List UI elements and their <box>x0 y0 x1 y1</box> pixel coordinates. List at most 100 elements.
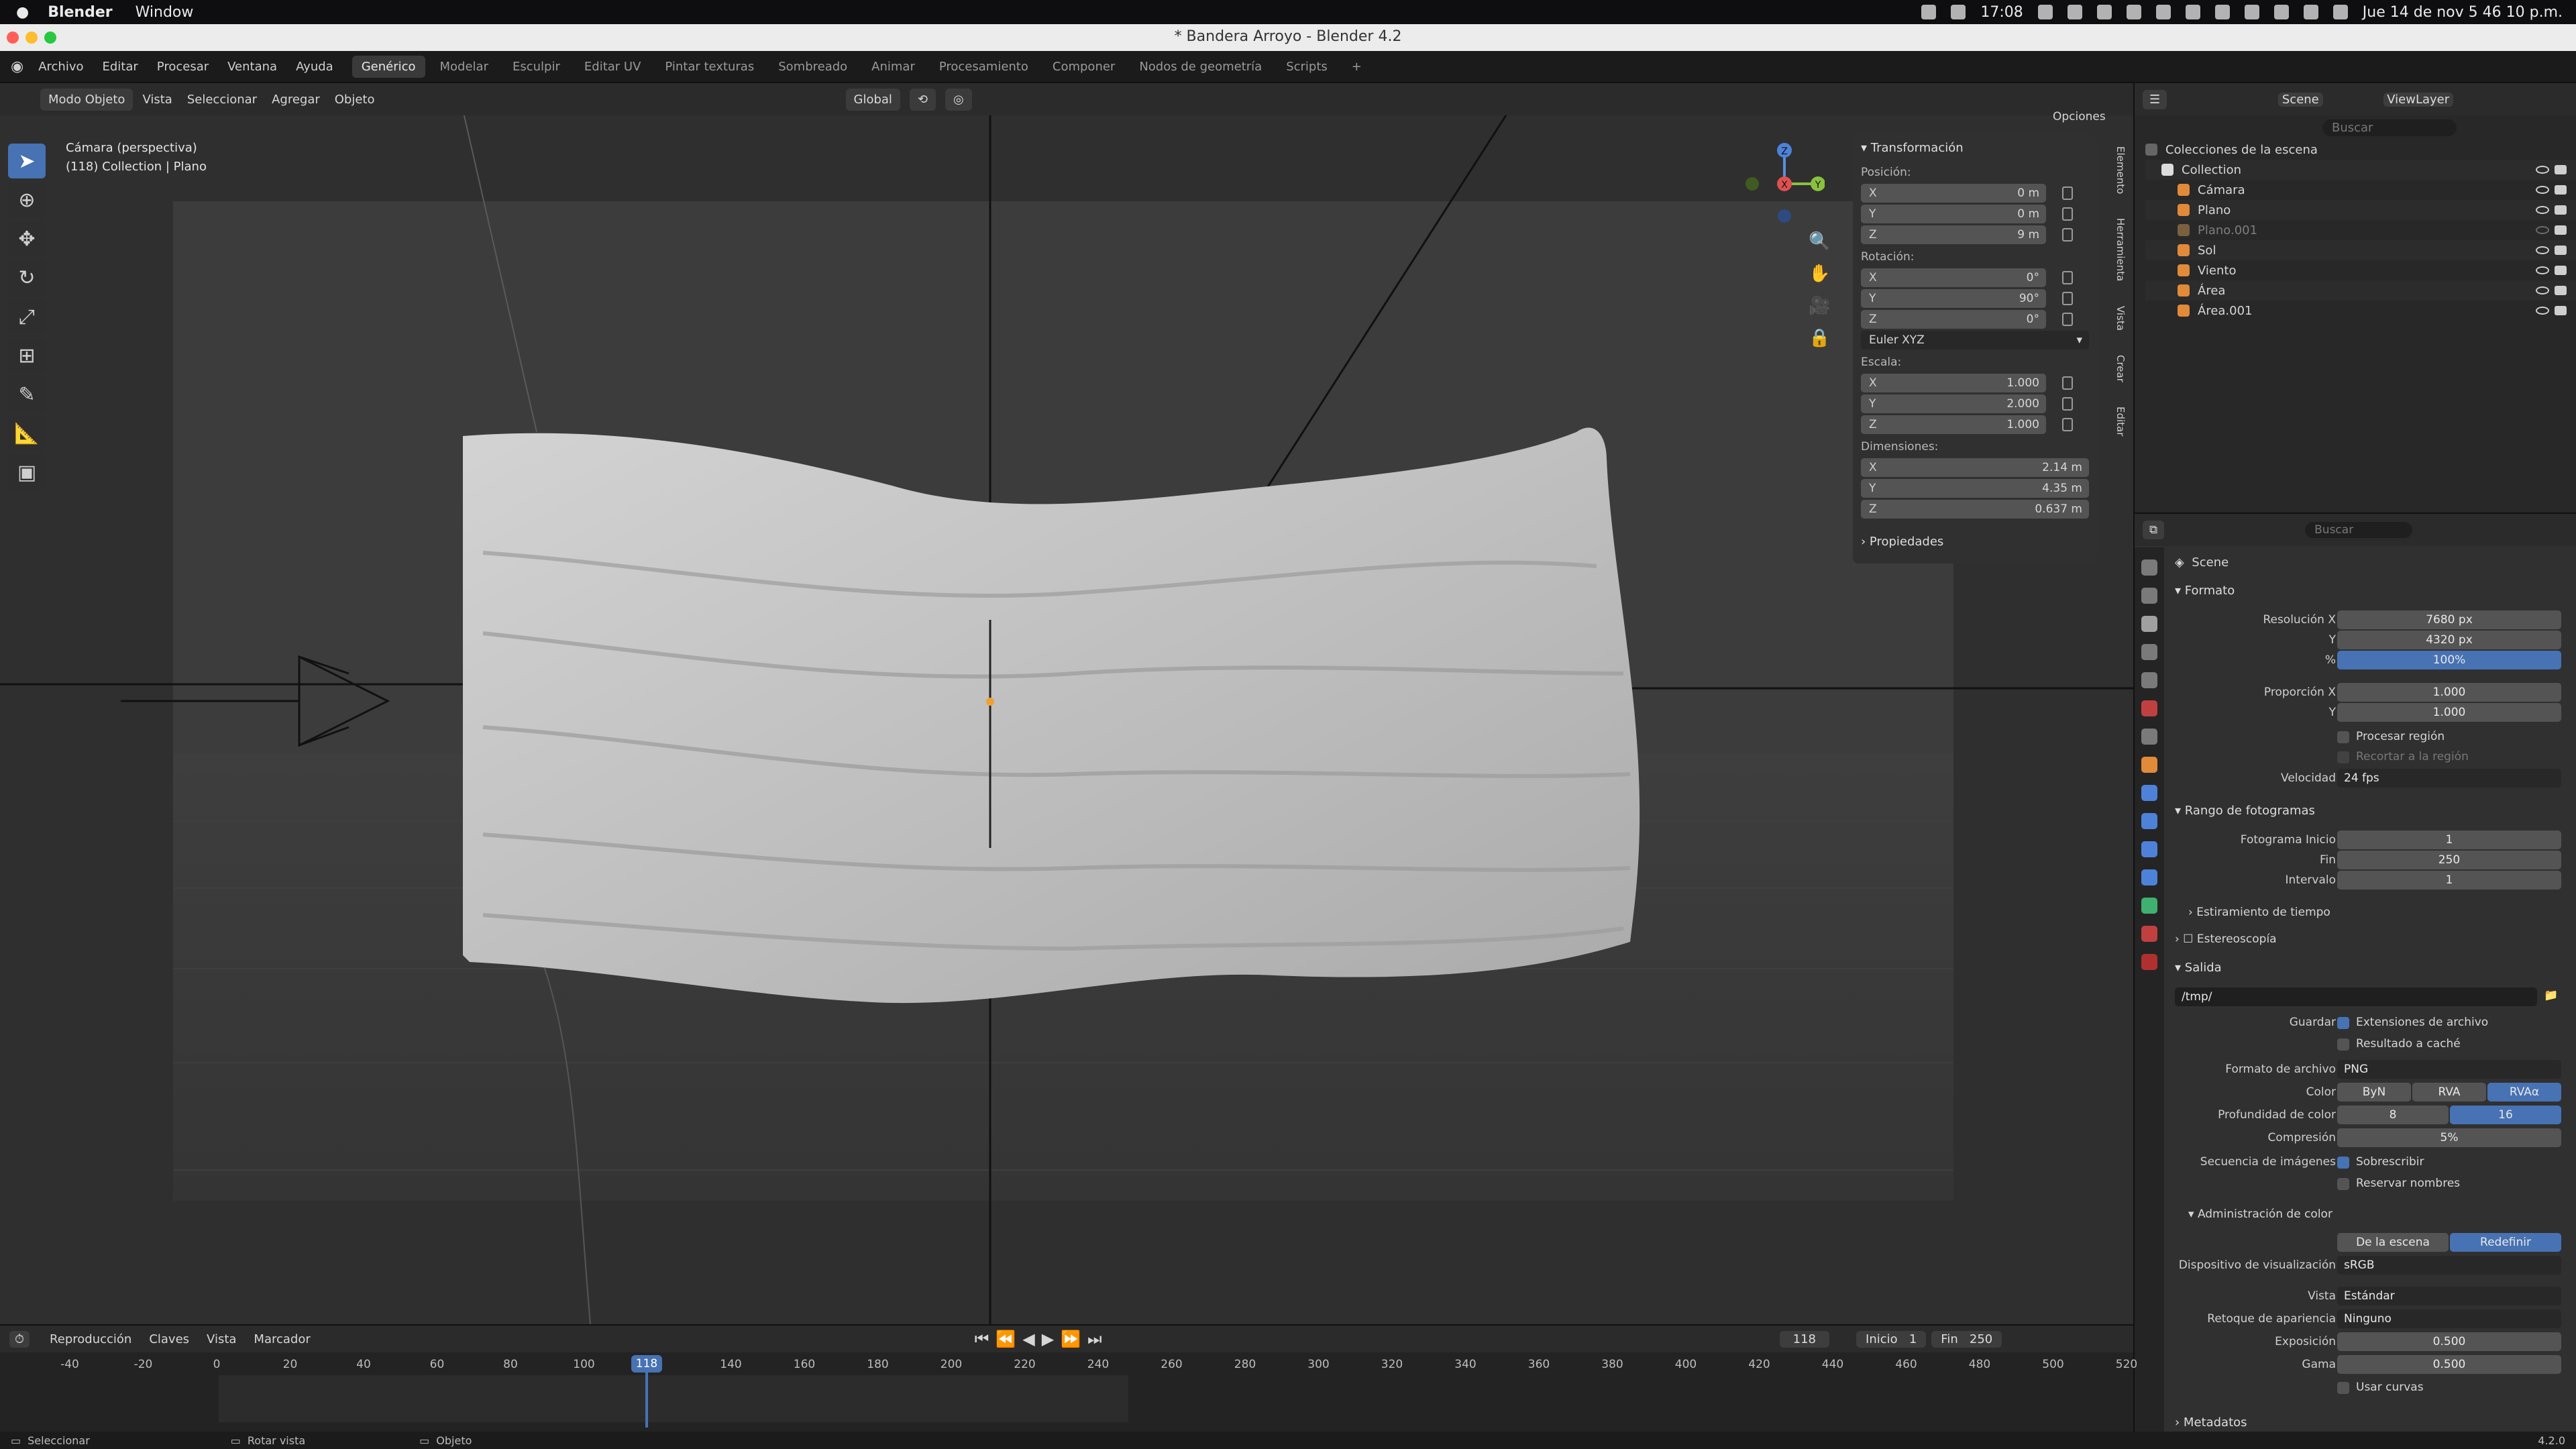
workspace-tab[interactable]: Editar UV <box>575 56 651 78</box>
properties-search[interactable]: Buscar <box>2305 522 2413 538</box>
outliner-scene-collection[interactable]: Colecciones de la escena <box>2145 140 2576 160</box>
look-dropdown[interactable]: Ninguno <box>2337 1309 2561 1328</box>
status-icon[interactable] <box>2037 5 2053 19</box>
outliner-item-area[interactable]: Área <box>2145 280 2576 301</box>
outliner-item-area001[interactable]: Área.001 <box>2145 301 2576 321</box>
compression-slider[interactable]: 5% <box>2337 1128 2561 1147</box>
cache-result-checkbox[interactable] <box>2337 1038 2349 1051</box>
particles-tab-icon[interactable] <box>2141 813 2157 829</box>
workspace-tab[interactable]: Pintar texturas <box>655 56 763 78</box>
blender-logo-icon[interactable]: ◉ <box>11 58 23 75</box>
tool-tab-icon[interactable] <box>2141 559 2157 576</box>
editor-type-icon[interactable]: ⧉ <box>2143 521 2165 539</box>
frame-start-field[interactable]: 1 <box>2337 830 2561 849</box>
user-icon[interactable] <box>2155 5 2171 19</box>
workspace-tab[interactable]: Modelar <box>431 56 498 78</box>
scale-y-field[interactable]: Y 2.000 <box>1861 394 2073 413</box>
date-time[interactable]: Jue 14 de nov 5 46 10 p.m. <box>2363 4 2563 21</box>
output-panel-header[interactable]: ▾ Salida <box>2175 961 2222 975</box>
override-button[interactable]: Redefinir <box>2450 1233 2561 1252</box>
custom-properties-header[interactable]: › Propiedades <box>1853 528 2097 555</box>
workspace-tab[interactable]: Componer <box>1043 56 1124 78</box>
location-x-field[interactable]: X0 m <box>1861 184 2073 203</box>
location-y-field[interactable]: Y0 m <box>1861 205 2073 223</box>
annotate-tool-icon[interactable]: ✎ <box>8 377 46 412</box>
stereoscopy-panel-header[interactable]: › ☐ Estereoscopía <box>2175 932 2277 946</box>
bluetooth-icon[interactable] <box>2096 5 2112 19</box>
select-tool-icon[interactable]: ➤ <box>8 144 46 178</box>
move-tool-icon[interactable]: ✥ <box>8 221 46 256</box>
view-transform-dropdown[interactable]: Estándar <box>2337 1287 2561 1305</box>
outliner-item-collection[interactable]: Collection <box>2145 160 2576 180</box>
workspace-tab[interactable]: Nodos de geometría <box>1130 56 1271 78</box>
status-icon[interactable] <box>1921 5 1937 19</box>
output-path-field[interactable]: /tmp/ <box>2175 987 2537 1006</box>
tab-editar[interactable]: Editar <box>2108 396 2127 445</box>
metadata-panel-header[interactable]: › Metadatos <box>2175 1415 2247 1430</box>
scale-tool-icon[interactable]: ⤢ <box>8 299 46 334</box>
file-format-dropdown[interactable]: PNG <box>2337 1060 2561 1079</box>
placeholders-checkbox[interactable] <box>2337 1178 2349 1190</box>
viewport-menu-vista[interactable]: Vista <box>142 93 172 107</box>
timeline-menu-marker[interactable]: Marcador <box>254 1332 310 1346</box>
cursor-tool-icon[interactable]: ⊕ <box>8 182 46 217</box>
color-management-header[interactable]: ▾ Administración de color <box>2188 1208 2332 1221</box>
aspect-y-field[interactable]: 1.000 <box>2337 703 2561 722</box>
transform-header[interactable]: ▾ Transformación <box>1853 134 2097 162</box>
headphones-icon[interactable] <box>2126 5 2141 19</box>
end-frame-field[interactable]: Fin 250 <box>1931 1330 2002 1348</box>
rotation-z-field[interactable]: Z 0° <box>1861 310 2073 329</box>
rotation-x-field[interactable]: X 0° <box>1861 268 2073 287</box>
apple-icon[interactable]: ● <box>16 4 29 21</box>
resolution-percent-field[interactable]: 100% <box>2337 651 2561 669</box>
control-center-icon[interactable] <box>2332 5 2348 19</box>
transform-orientation-dropdown[interactable]: Global <box>845 88 900 111</box>
gamma-slider[interactable]: 0.500 <box>2337 1355 2561 1374</box>
status-icon[interactable] <box>1951 5 1966 19</box>
depth-8-button[interactable]: 8 <box>2337 1106 2449 1124</box>
display-device-dropdown[interactable]: sRGB <box>2337 1256 2561 1275</box>
menu-archivo[interactable]: Archivo <box>38 60 83 74</box>
status-icon[interactable] <box>2067 5 2082 19</box>
menu-editar[interactable]: Editar <box>103 60 138 74</box>
options-dropdown[interactable]: Opciones <box>2053 110 2106 123</box>
depth-16-button[interactable]: 16 <box>2450 1106 2561 1124</box>
menu-procesar[interactable]: Procesar <box>157 60 209 74</box>
color-rgba-button[interactable]: RVAα <box>2487 1083 2561 1102</box>
wifi-icon[interactable] <box>2244 5 2259 19</box>
collection-tab-icon[interactable] <box>2141 729 2157 745</box>
workspace-tab[interactable]: Genérico <box>352 55 425 78</box>
outliner-item-viento[interactable]: Viento <box>2145 260 2576 280</box>
search-icon[interactable] <box>2303 5 2318 19</box>
use-curves-checkbox[interactable] <box>2337 1382 2349 1394</box>
snap-icon[interactable]: ⟲ <box>909 88 936 111</box>
transform-tool-icon[interactable]: ⊞ <box>8 338 46 373</box>
dimension-x-field[interactable]: X 2.14 m <box>1861 458 2089 477</box>
tab-crear[interactable]: Crear <box>2108 345 2127 392</box>
measure-tool-icon[interactable]: 📐 <box>8 416 46 451</box>
playback-controls[interactable]: ⏮⏪◀▶⏩⏭ <box>975 1330 1109 1348</box>
rotation-mode-dropdown[interactable]: Euler XYZ ▾ <box>1861 331 2089 350</box>
frame-range-header[interactable]: ▾ Rango de fotogramas <box>2175 804 2315 818</box>
render-region-checkbox[interactable] <box>2337 731 2349 743</box>
crop-region-checkbox[interactable] <box>2337 751 2349 763</box>
dimension-z-field[interactable]: Z 0.637 m <box>1861 500 2089 519</box>
aspect-x-field[interactable]: 1.000 <box>2337 683 2561 702</box>
tab-herramienta[interactable]: Herramienta <box>2108 209 2127 291</box>
object-tab-icon[interactable] <box>2141 757 2157 773</box>
current-frame-field[interactable]: 118 <box>1779 1330 1830 1348</box>
proportional-edit-icon[interactable]: ◎ <box>945 88 972 111</box>
overwrite-checkbox[interactable] <box>2337 1157 2349 1169</box>
resolution-x-field[interactable]: 7680 px <box>2337 610 2561 629</box>
viewport-menu-seleccionar[interactable]: Seleccionar <box>187 93 257 107</box>
format-panel-header[interactable]: ▾ Formato <box>2175 584 2235 598</box>
camera-view-icon[interactable]: 🎥 <box>1809 290 1830 322</box>
modifier-tab-icon[interactable] <box>2141 785 2157 801</box>
lock-icon[interactable]: 🔒 <box>1809 322 1830 354</box>
timeline-menu-view[interactable]: Vista <box>207 1332 236 1346</box>
outliner-item-camera[interactable]: Cámara <box>2145 180 2576 200</box>
editor-type-icon[interactable]: ⏱ <box>9 1330 30 1348</box>
menu-ventana[interactable]: Ventana <box>227 60 277 74</box>
location-z-field[interactable]: Z9 m <box>1861 225 2073 244</box>
viewlayer-dropdown[interactable]: ViewLayer <box>2383 92 2453 107</box>
